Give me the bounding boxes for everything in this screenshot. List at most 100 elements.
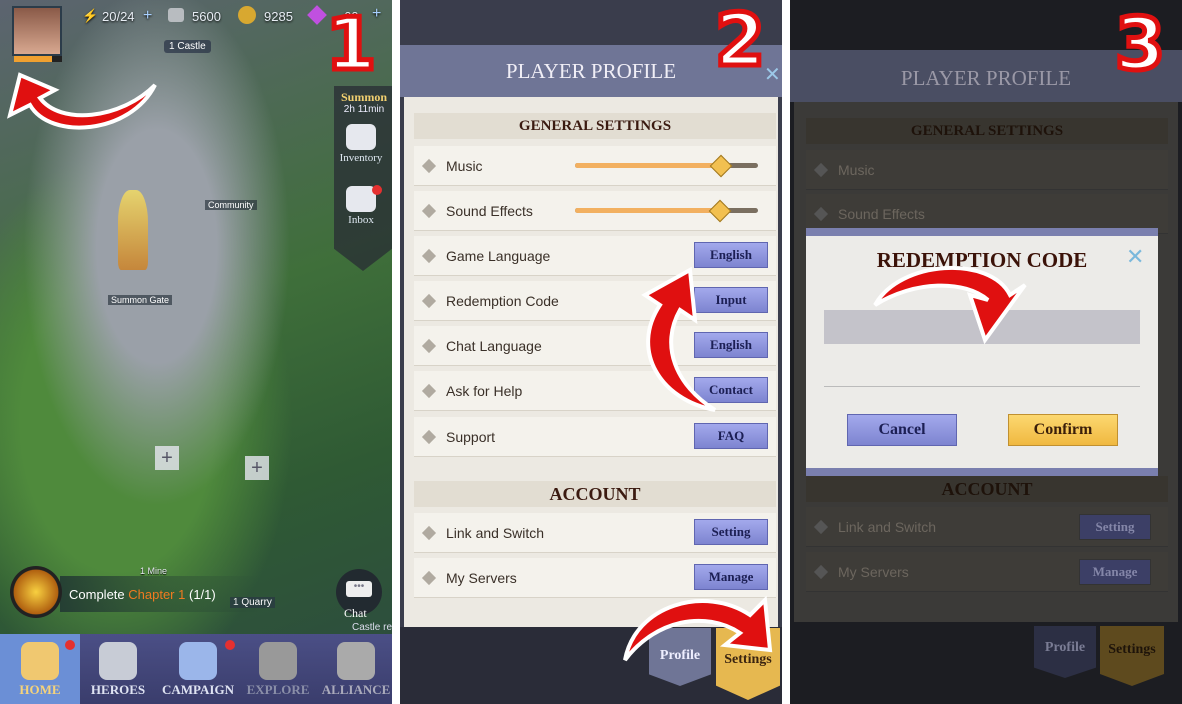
summon-timer: 2h 11min <box>343 104 385 115</box>
redemption-code-input[interactable] <box>824 310 1140 344</box>
diamond-icon <box>421 203 437 218</box>
step-number: 2 <box>712 0 767 82</box>
xp-bar <box>14 56 62 62</box>
link-setting-button: Setting <box>1079 514 1151 540</box>
manage-servers-button[interactable]: Manage <box>694 564 768 590</box>
diamond-icon <box>421 158 437 173</box>
add-slot-icon[interactable]: + <box>155 446 179 470</box>
nav-home-label: HOME <box>19 682 61 697</box>
quest-progress: (1/1) <box>188 587 216 602</box>
support-label: Support <box>446 428 496 445</box>
castle-hint: Castle re <box>352 622 392 633</box>
cancel-button[interactable]: Cancel <box>847 414 957 446</box>
inventory-label: Inventory <box>339 152 383 164</box>
redemption-dialog: REDEMPTION CODE ✕ Cancel Confirm <box>806 228 1158 476</box>
gold-coin-icon <box>238 6 256 24</box>
divider <box>824 386 1140 387</box>
inventory-button[interactable]: Inventory <box>333 124 389 164</box>
energy-count: 20/24 <box>102 9 135 24</box>
player-avatar[interactable] <box>12 6 62 56</box>
confirm-button[interactable]: Confirm <box>1008 414 1118 446</box>
ask-for-help-label: Ask for Help <box>446 382 523 399</box>
diamond-icon <box>421 248 437 263</box>
castle-level: 1 <box>169 41 175 52</box>
diamond-icon <box>421 429 437 444</box>
nav-alliance[interactable]: ALLIANCE <box>316 634 392 704</box>
backpack-icon <box>346 124 376 150</box>
home-screen: ⚡ 20/24 + 5600 9285 60 + 1 Castle Commun… <box>0 0 392 704</box>
diamond-icon <box>813 564 829 579</box>
map-scroll-icon <box>259 642 297 680</box>
tab-settings[interactable]: Settings <box>716 628 780 700</box>
nav-explore[interactable]: EXPLORE <box>238 634 318 704</box>
player-profile-screen: PLAYER PROFILE ✕ 2 GENERAL SETTINGS Musi… <box>400 0 782 704</box>
helmet-icon <box>99 642 137 680</box>
quest-prefix: Complete <box>69 587 125 602</box>
close-icon[interactable]: ✕ <box>764 62 781 87</box>
account-header: ACCOUNT <box>414 481 776 507</box>
diamond-icon <box>421 383 437 398</box>
nav-explore-label: EXPLORE <box>246 682 310 697</box>
summon-gate-label[interactable]: Summon Gate <box>108 295 173 305</box>
my-servers-label: My Servers <box>838 563 909 580</box>
music-row: Music <box>806 150 1168 190</box>
diamond-icon <box>421 570 437 585</box>
diamond-icon <box>421 338 437 353</box>
sound-effects-label: Sound Effects <box>446 202 533 219</box>
quest-chapter: Chapter 1 <box>128 587 186 602</box>
redemption-dialog-screen: PLAYER PROFILE GENERAL SETTINGS Music So… <box>790 0 1182 704</box>
redemption-input-button[interactable]: Input <box>694 287 768 313</box>
chat-language-label: Chat Language <box>446 337 542 354</box>
close-icon[interactable]: ✕ <box>1126 244 1144 270</box>
chat-label: Chat <box>344 606 367 620</box>
dialog-title: REDEMPTION CODE <box>876 248 1088 272</box>
mine-name: Mine <box>147 566 168 576</box>
bottom-nav: HOME HEROES CAMPAIGN EXPLORE ALLIANCE <box>0 634 392 704</box>
gold-count: 9285 <box>264 9 293 24</box>
manage-servers-button: Manage <box>1079 559 1151 585</box>
mine-label[interactable]: 1 Mine <box>140 566 167 576</box>
nav-campaign-label: CAMPAIGN <box>162 682 234 697</box>
general-settings-header: GENERAL SETTINGS <box>806 118 1168 144</box>
music-label: Music <box>446 157 483 174</box>
diamond-icon <box>421 525 437 540</box>
tab-profile[interactable]: Profile <box>649 628 711 686</box>
general-settings-header: GENERAL SETTINGS <box>414 113 776 139</box>
chat-language-button[interactable]: English <box>694 332 768 358</box>
summon-label[interactable]: Summon <box>336 90 392 105</box>
diamond-icon <box>421 293 437 308</box>
game-language-label: Game Language <box>446 247 551 264</box>
contact-button[interactable]: Contact <box>694 377 768 403</box>
step-number: 3 <box>1112 2 1167 86</box>
diamond-icon <box>813 206 829 221</box>
nav-heroes[interactable]: HEROES <box>78 634 158 704</box>
campaign-badge <box>225 640 235 650</box>
castle-label: Castle <box>177 41 206 52</box>
castle-badge[interactable]: 1 Castle <box>164 40 211 53</box>
inbox-label: Inbox <box>348 214 374 226</box>
diamond-icon <box>813 519 829 534</box>
add-slot-icon[interactable]: + <box>245 456 269 480</box>
community-label[interactable]: Community <box>205 200 257 210</box>
quest-text[interactable]: Complete Chapter 1 (1/1) <box>69 587 216 602</box>
diamond-icon <box>813 162 829 177</box>
stone-count: 5600 <box>192 9 221 24</box>
faq-button[interactable]: FAQ <box>694 423 768 449</box>
inbox-badge <box>372 185 382 195</box>
link-setting-button[interactable]: Setting <box>694 519 768 545</box>
nav-alliance-label: ALLIANCE <box>321 682 391 697</box>
account-header: ACCOUNT <box>806 476 1168 502</box>
link-and-switch-label: Link and Switch <box>446 524 545 541</box>
crossed-swords-icon <box>179 642 217 680</box>
nav-heroes-label: HEROES <box>90 682 146 697</box>
quest-icon[interactable] <box>10 566 62 618</box>
add-energy-button[interactable]: + <box>143 7 152 25</box>
link-and-switch-label: Link and Switch <box>838 518 937 535</box>
game-language-button[interactable]: English <box>694 242 768 268</box>
mine-level: 1 <box>140 566 146 576</box>
tab-profile: Profile <box>1034 626 1096 678</box>
music-label: Music <box>838 161 875 178</box>
tab-settings: Settings <box>1100 626 1164 686</box>
summon-crystal <box>118 190 148 270</box>
home-badge <box>65 640 75 650</box>
